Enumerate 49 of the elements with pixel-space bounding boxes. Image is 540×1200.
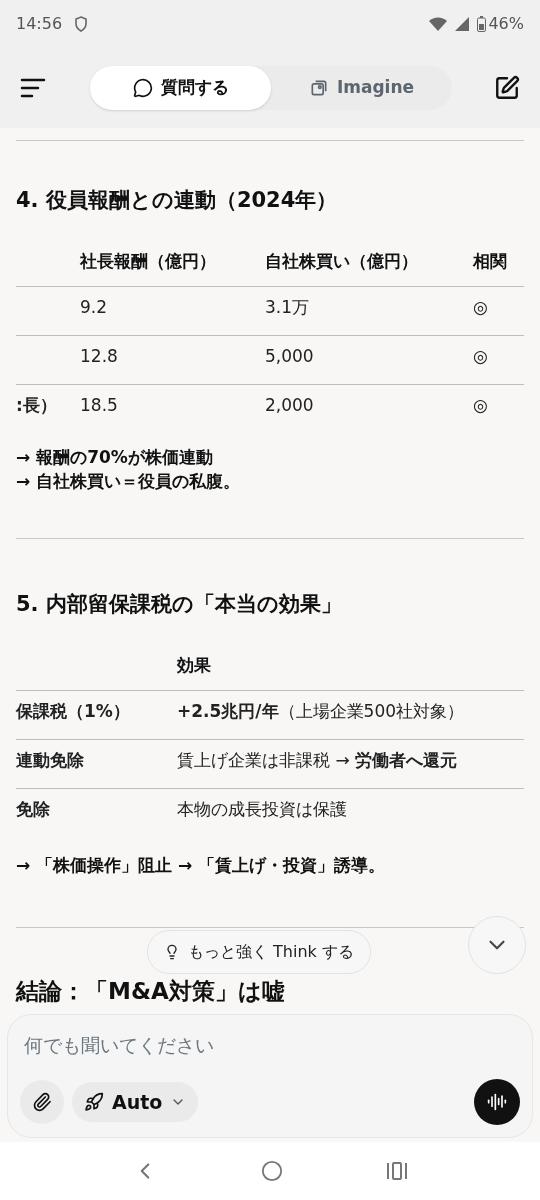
table-cell-text: 5,000	[265, 345, 315, 368]
table-cell-text: 保課税（1%）	[16, 700, 131, 723]
table-cell-text: 9.2	[80, 296, 109, 319]
table-cell-text: 賃上げ企業は非課税 → 労働者へ還元	[177, 749, 459, 772]
section-heading: 5. 内部留保課税の「本当の効果」	[16, 591, 343, 618]
column-header: 相関	[473, 249, 508, 273]
recents-icon[interactable]	[386, 1161, 409, 1181]
table-cell-text: +2.5兆円/年（上場企業500社対象）	[177, 700, 466, 723]
wifi-icon	[429, 17, 448, 31]
message-input[interactable]: 何でも聞いてください	[24, 1031, 516, 1060]
think-harder-button[interactable]: もっと強く Think する	[147, 930, 371, 974]
column-header: 自社株買い（億円）	[265, 249, 419, 273]
column-header: 効果	[177, 653, 212, 677]
rocket-icon	[84, 1092, 104, 1112]
table-cell-text: 18.5	[80, 394, 119, 417]
lightbulb-icon	[164, 944, 180, 960]
section-heading: 4. 役員報酬との連動（2024年）	[16, 187, 339, 214]
note-text: → 報酬の70%が株価連動	[16, 446, 214, 469]
images-icon	[308, 78, 329, 98]
menu-icon[interactable]	[20, 77, 46, 99]
mode-tab[interactable]: Imagine	[271, 66, 452, 110]
speech-bubble-icon	[132, 78, 153, 98]
table-cell-text: 連動免除	[16, 749, 85, 772]
attach-button[interactable]	[20, 1080, 64, 1124]
status-time: 14:56	[16, 13, 63, 35]
note-text: → 自社株買い＝役員の私腹。	[16, 470, 242, 493]
home-icon[interactable]	[261, 1160, 283, 1182]
column-header: 社長報酬（億円）	[80, 249, 217, 273]
table-cell-text: 2,000	[265, 394, 315, 417]
table-cell-text: 本物の成長投資は保護	[177, 798, 348, 821]
shield-icon	[74, 16, 89, 32]
paperclip-icon	[32, 1092, 52, 1112]
table-cell-text: 免除	[16, 798, 51, 821]
mode-tab[interactable]: 質問する	[90, 66, 271, 110]
table-cell-text: ◎	[473, 394, 489, 417]
signal-icon	[455, 17, 470, 31]
conclusion-heading: 結論：「M&A対策」は嘘	[16, 977, 286, 1006]
waveform-icon	[487, 1092, 507, 1112]
table-cell-text: 3.1万	[265, 296, 311, 319]
mode-selector[interactable]: Auto	[72, 1082, 199, 1122]
table-cell-text: :長）	[16, 394, 58, 417]
new-chat-icon[interactable]	[494, 75, 520, 101]
voice-button[interactable]	[474, 1079, 520, 1125]
note-text: → 「株価操作」阻止 → 「賃上げ・投資」誘導。	[16, 854, 387, 877]
table-cell-text: ◎	[473, 345, 489, 368]
battery-level: 46%	[488, 13, 524, 35]
battery-icon	[477, 16, 487, 32]
table-cell-text: ◎	[473, 296, 489, 319]
table-cell-text: 12.8	[80, 345, 119, 368]
